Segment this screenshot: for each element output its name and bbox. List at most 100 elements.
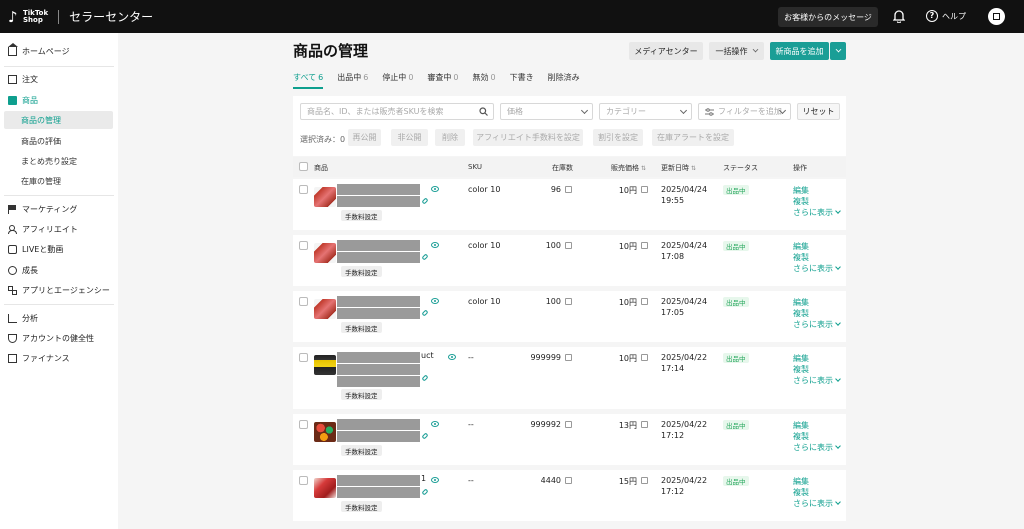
eye-icon[interactable]	[431, 298, 439, 304]
sidebar-item-manage-products[interactable]: 商品の管理	[4, 111, 113, 129]
copy-link[interactable]: 複製	[793, 364, 840, 375]
price-cell[interactable]: 10円	[619, 297, 637, 308]
sidebar-item-products[interactable]: 商品	[8, 92, 114, 109]
edit-link[interactable]: 編集	[793, 297, 840, 308]
copy-link[interactable]: 複製	[793, 308, 840, 319]
set-discount-button[interactable]: 割引を設定	[593, 129, 643, 146]
stock-cell[interactable]: 100	[546, 297, 561, 306]
edit-stock-icon[interactable]	[565, 298, 572, 305]
row-checkbox[interactable]	[299, 241, 308, 250]
copy-link[interactable]: 複製	[793, 252, 840, 263]
row-checkbox[interactable]	[299, 353, 308, 362]
copy-link[interactable]: 複製	[793, 431, 840, 442]
search-icon[interactable]	[479, 107, 488, 116]
more-actions-link[interactable]: さらに表示	[793, 263, 841, 274]
edit-stock-icon[interactable]	[565, 477, 572, 484]
tab-5[interactable]: 下書き	[510, 72, 534, 89]
edit-stock-icon[interactable]	[565, 242, 572, 249]
add-filter-select[interactable]: フィルターを追加	[698, 103, 791, 120]
add-product-dropdown-button[interactable]	[830, 42, 846, 60]
select-all-checkbox[interactable]	[299, 162, 308, 171]
edit-price-icon[interactable]	[641, 421, 648, 428]
tab-4[interactable]: 無効 0	[473, 72, 496, 89]
edit-stock-icon[interactable]	[565, 421, 572, 428]
tiktok-shop-logo[interactable]: TikTokShop	[8, 8, 48, 26]
more-actions-link[interactable]: さらに表示	[793, 498, 841, 509]
edit-link[interactable]: 編集	[793, 241, 840, 252]
sidebar-item-live[interactable]: LIVEと動画	[8, 241, 114, 258]
price-cell[interactable]: 13円	[619, 420, 637, 431]
commission-setting-tag[interactable]: 手数料設定	[341, 501, 382, 512]
link-icon[interactable]	[421, 432, 429, 440]
stock-cell[interactable]: 100	[546, 241, 561, 250]
row-checkbox[interactable]	[299, 420, 308, 429]
edit-stock-icon[interactable]	[565, 186, 572, 193]
sidebar-item-bundles[interactable]: まとめ売り設定	[4, 152, 113, 170]
price-cell[interactable]: 10円	[619, 241, 637, 252]
more-actions-link[interactable]: さらに表示	[793, 375, 841, 386]
republish-button[interactable]: 再公開	[348, 129, 381, 146]
edit-stock-icon[interactable]	[565, 354, 572, 361]
product-thumbnail[interactable]	[314, 422, 336, 442]
commission-setting-tag[interactable]: 手数料設定	[341, 266, 382, 277]
sidebar-item-account-health[interactable]: アカウントの健全性	[8, 330, 114, 347]
row-checkbox[interactable]	[299, 297, 308, 306]
edit-link[interactable]: 編集	[793, 476, 840, 487]
add-product-button[interactable]: 新商品を追加	[770, 42, 829, 60]
row-checkbox[interactable]	[299, 185, 308, 194]
product-thumbnail[interactable]	[314, 299, 336, 319]
set-stock-alert-button[interactable]: 在庫アラートを設定	[652, 129, 734, 146]
edit-link[interactable]: 編集	[793, 420, 840, 431]
edit-link[interactable]: 編集	[793, 353, 840, 364]
price-cell[interactable]: 10円	[619, 185, 637, 196]
more-actions-link[interactable]: さらに表示	[793, 207, 841, 218]
bulk-action-button[interactable]: 一括操作	[709, 42, 764, 60]
link-icon[interactable]	[421, 374, 429, 382]
link-icon[interactable]	[421, 488, 429, 496]
category-filter-select[interactable]: カテゴリー	[599, 103, 692, 120]
product-thumbnail[interactable]	[314, 187, 336, 207]
product-thumbnail[interactable]	[314, 355, 336, 375]
eye-icon[interactable]	[448, 354, 456, 360]
stock-cell[interactable]: 999992	[530, 420, 561, 429]
media-center-button[interactable]: メディアセンター	[629, 42, 703, 60]
sidebar-item-analytics[interactable]: 分析	[8, 310, 114, 327]
eye-icon[interactable]	[431, 186, 439, 192]
help-button[interactable]: ? ヘルプ	[926, 10, 966, 22]
sidebar-item-finance[interactable]: ファイナンス	[8, 350, 114, 367]
link-icon[interactable]	[421, 309, 429, 317]
eye-icon[interactable]	[431, 477, 439, 483]
unpublish-button[interactable]: 非公開	[391, 129, 428, 146]
commission-setting-tag[interactable]: 手数料設定	[341, 210, 382, 221]
sidebar-item-orders[interactable]: 注文	[8, 71, 114, 88]
stock-cell[interactable]: 4440	[541, 476, 561, 485]
commission-setting-tag[interactable]: 手数料設定	[341, 389, 382, 400]
column-header-updated[interactable]: 更新日時 ⇅	[661, 163, 696, 173]
sidebar-item-affiliate[interactable]: アフィリエイト	[8, 221, 114, 238]
store-avatar-icon[interactable]	[988, 8, 1005, 25]
edit-price-icon[interactable]	[641, 298, 648, 305]
column-header-price[interactable]: 販売価格 ⇅	[611, 163, 646, 173]
copy-link[interactable]: 複製	[793, 196, 840, 207]
search-input[interactable]: 商品名、ID、または販売者SKUを検索	[300, 103, 494, 120]
product-thumbnail[interactable]	[314, 478, 336, 498]
link-icon[interactable]	[421, 253, 429, 261]
link-icon[interactable]	[421, 197, 429, 205]
set-affiliate-fee-button[interactable]: アフィリエイト手数料を設定	[473, 129, 583, 146]
stock-cell[interactable]: 96	[551, 185, 561, 194]
product-thumbnail[interactable]	[314, 243, 336, 263]
bell-icon[interactable]	[893, 10, 905, 23]
delete-button[interactable]: 削除	[435, 129, 465, 146]
sidebar-item-reviews[interactable]: 商品の評価	[4, 132, 113, 150]
row-checkbox[interactable]	[299, 476, 308, 485]
copy-link[interactable]: 複製	[793, 487, 840, 498]
reset-button[interactable]: リセット	[797, 103, 840, 120]
more-actions-link[interactable]: さらに表示	[793, 442, 841, 453]
sidebar-item-marketing[interactable]: マーケティング	[8, 201, 114, 218]
sidebar-item-growth[interactable]: 成長	[8, 262, 114, 279]
edit-price-icon[interactable]	[641, 242, 648, 249]
tab-3[interactable]: 審査中 0	[427, 72, 458, 89]
commission-setting-tag[interactable]: 手数料設定	[341, 322, 382, 333]
more-actions-link[interactable]: さらに表示	[793, 319, 841, 330]
tab-1[interactable]: 出品中 6	[337, 72, 368, 89]
